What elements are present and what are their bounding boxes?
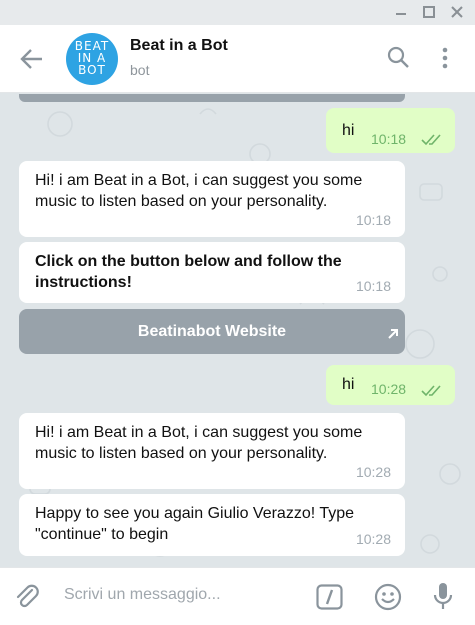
incoming-message: Happy to see you again Giulio Verazzo! T… <box>19 494 405 556</box>
message-text: hi <box>342 376 355 393</box>
search-icon[interactable] <box>386 45 412 71</box>
slash-commands-icon[interactable] <box>316 584 343 614</box>
beatinabot-website-button[interactable]: Beatinabot Website <box>19 309 405 354</box>
emoji-icon[interactable] <box>374 583 402 615</box>
button-label: Beatinabot Website <box>137 323 287 340</box>
outgoing-message: hi 10:28 <box>326 365 455 405</box>
avatar-logo: BEAT IN A BOT <box>74 39 110 77</box>
message-time: 10:28 <box>355 464 391 480</box>
message-text: Happy to see you again Giulio Verazzo! T… <box>35 505 355 543</box>
message-time: 10:18 <box>371 131 407 147</box>
close-icon[interactable] <box>448 4 466 20</box>
message-text: Hi! i am Beat in a Bot, i can suggest yo… <box>35 172 363 210</box>
more-vertical-icon[interactable] <box>432 45 458 71</box>
double-check-icon <box>421 131 443 152</box>
avatar[interactable]: BEAT IN A BOT <box>66 33 118 85</box>
chat-subtitle: bot <box>130 62 150 78</box>
back-arrow-icon[interactable] <box>18 45 46 73</box>
message-time: 10:28 <box>371 381 407 397</box>
inline-button-previous[interactable] <box>19 94 405 102</box>
message-time: 10:28 <box>355 531 391 547</box>
message-text: Click on the button below and follow the… <box>35 253 342 291</box>
microphone-icon[interactable] <box>433 581 453 617</box>
double-check-icon <box>421 382 443 403</box>
minimize-icon[interactable] <box>392 4 410 20</box>
message-text: hi <box>342 122 355 139</box>
message-text: Hi! i am Beat in a Bot, i can suggest yo… <box>35 424 363 462</box>
incoming-message: Click on the button below and follow the… <box>19 242 405 303</box>
chat-header: BEAT IN A BOT Beat in a Bot bot <box>0 25 475 93</box>
chat-title[interactable]: Beat in a Bot <box>130 37 228 55</box>
incoming-message: Hi! i am Beat in a Bot, i can suggest yo… <box>19 161 405 237</box>
outgoing-message: hi 10:18 <box>326 108 455 153</box>
message-input[interactable]: Scrivi un messaggio... <box>64 586 221 604</box>
maximize-icon[interactable] <box>420 4 438 20</box>
message-time: 10:18 <box>355 278 391 294</box>
message-composer: Scrivi un messaggio... <box>0 567 475 625</box>
external-link-icon <box>387 313 399 339</box>
paperclip-icon[interactable] <box>14 583 40 615</box>
window-titlebar <box>0 0 475 25</box>
message-list[interactable]: hi 10:18 Hi! i am Beat in a Bot, i can s… <box>0 94 475 567</box>
incoming-message: Hi! i am Beat in a Bot, i can suggest yo… <box>19 413 405 489</box>
message-time: 10:18 <box>355 212 391 228</box>
